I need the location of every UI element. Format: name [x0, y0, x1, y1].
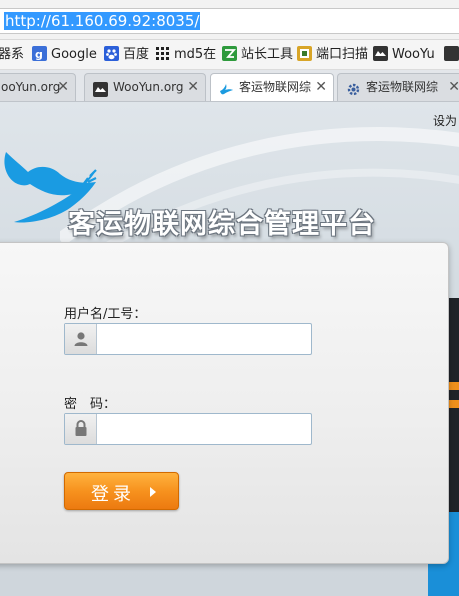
- port-scan-icon: [297, 46, 312, 61]
- bookmark-wooyun[interactable]: WooYu: [373, 45, 435, 65]
- dove-icon: [219, 80, 234, 95]
- tab-wooyun-1[interactable]: ooYun.org ✕: [0, 73, 76, 101]
- svg-text:g: g: [35, 48, 43, 61]
- user-icon: [65, 324, 97, 354]
- page-title: 客运物联网综合管理平台: [68, 209, 376, 240]
- page-content: 设为 客运物联网综合管理平台 用户名/工号： 密 码： 登录: [0, 102, 459, 596]
- username-label: 用户名/工号：: [64, 307, 147, 322]
- url-field[interactable]: http://61.160.69.92:8035/: [0, 8, 459, 34]
- bookmarks-bar: 器系 g Google 百度 md5在 站长工具 端口扫描 WooYu: [0, 40, 459, 70]
- bookmark-label: Google: [51, 47, 97, 62]
- bookmark-label: md5在: [174, 47, 217, 62]
- baidu-paw-icon: [104, 46, 119, 61]
- bookmark-label: 器系: [0, 47, 25, 62]
- lock-icon: [65, 414, 97, 444]
- tab-loading[interactable]: 客运物联网综 ✕: [337, 73, 459, 101]
- bookmark-more[interactable]: [444, 45, 459, 65]
- loading-gear-icon: [346, 80, 361, 96]
- bookmark-port-scan[interactable]: 端口扫描: [297, 45, 368, 65]
- grid-icon: [155, 46, 170, 61]
- tab-active[interactable]: 客运物联网综 ✕: [210, 73, 334, 101]
- wooyun-icon: [93, 80, 108, 97]
- login-button-label: 登录: [91, 484, 135, 505]
- password-input[interactable]: [98, 414, 310, 444]
- bookmark-google[interactable]: g Google: [32, 45, 97, 65]
- tab-wooyun-2[interactable]: WooYun.org ✕: [84, 73, 206, 101]
- bookmark-label: 百度: [123, 47, 150, 62]
- bookmark-chinaz[interactable]: 站长工具: [222, 45, 293, 65]
- password-label: 密 码：: [64, 397, 117, 412]
- close-icon[interactable]: ✕: [187, 74, 199, 100]
- bookmark-label: 站长工具: [241, 47, 294, 62]
- close-icon[interactable]: ✕: [448, 74, 459, 100]
- tab-label: 客运物联网综: [239, 80, 312, 94]
- tab-strip: ooYun.org ✕ WooYun.org ✕ 客运物联网综 ✕ 客运物联网综…: [0, 70, 459, 102]
- close-icon[interactable]: ✕: [57, 74, 69, 100]
- wooyun-icon: [373, 46, 388, 61]
- bookmark-icon: [444, 46, 459, 61]
- login-button[interactable]: 登录: [64, 472, 179, 510]
- url-text[interactable]: http://61.160.69.92:8035/: [4, 12, 201, 30]
- password-field[interactable]: [64, 413, 312, 445]
- address-bar: http://61.160.69.92:8035/: [0, 0, 459, 40]
- bookmark-label: WooYu: [392, 47, 435, 62]
- bookmark-item[interactable]: 器系: [0, 45, 24, 65]
- tab-label: WooYun.org: [113, 80, 184, 94]
- tab-label: ooYun.org: [1, 80, 61, 94]
- bookmark-md5[interactable]: md5在: [155, 45, 216, 65]
- arrow-right-icon: [150, 487, 156, 497]
- google-icon: g: [32, 46, 47, 61]
- close-icon[interactable]: ✕: [315, 74, 327, 100]
- bookmark-baidu[interactable]: 百度: [104, 45, 149, 65]
- set-as-homepage-link[interactable]: 设为: [433, 112, 457, 129]
- tab-label: 客运物联网综: [366, 80, 439, 94]
- chinaz-icon: [222, 46, 237, 61]
- username-input[interactable]: [98, 324, 310, 354]
- login-panel: 用户名/工号： 密 码： 登录: [0, 242, 449, 564]
- username-field[interactable]: [64, 323, 312, 355]
- bookmark-label: 端口扫描: [316, 47, 369, 62]
